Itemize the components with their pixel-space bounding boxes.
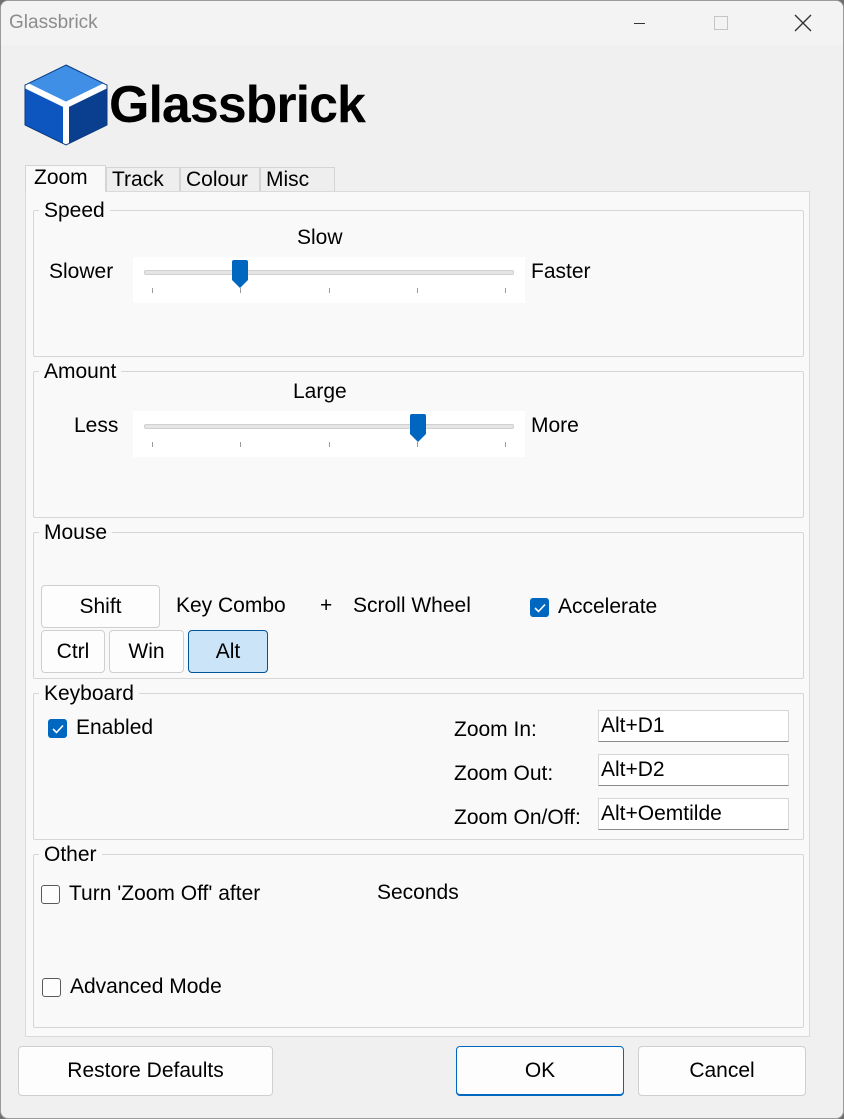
turn-zoom-off-label: Turn 'Zoom Off' after	[69, 882, 261, 905]
settings-window: Glassbrick Glassbrick Zoom Track Colour …	[0, 0, 844, 1119]
tab-track[interactable]: Track	[106, 167, 180, 191]
zoom-toggle-field[interactable]	[598, 798, 789, 830]
amount-value-label: Large	[293, 380, 347, 403]
slider-tick	[417, 442, 418, 447]
shift-button[interactable]: Shift	[41, 585, 160, 628]
window-title: Glassbrick	[9, 12, 98, 33]
checkmark-icon	[534, 603, 546, 613]
slider-tick	[152, 442, 153, 447]
minimize-button[interactable]	[609, 1, 669, 45]
ok-button[interactable]: OK	[456, 1046, 624, 1096]
slider-tick	[417, 288, 418, 293]
slider-tick	[240, 288, 241, 293]
slider-tick	[505, 288, 506, 293]
brand-name: Glassbrick	[109, 76, 366, 134]
amount-min-label: Less	[74, 414, 119, 437]
speed-value-label: Slow	[297, 226, 343, 249]
cancel-button[interactable]: Cancel	[638, 1046, 806, 1096]
win-button[interactable]: Win	[109, 630, 184, 673]
zoom-in-field[interactable]	[598, 710, 789, 742]
other-group-title: Other	[39, 843, 102, 867]
slider-track	[144, 424, 514, 429]
title-bar: Glassbrick	[1, 1, 843, 45]
accelerate-label: Accelerate	[558, 595, 658, 618]
checkmark-icon	[52, 724, 64, 734]
zoom-out-field[interactable]	[598, 754, 789, 786]
speed-max-label: Faster	[531, 260, 591, 283]
key-combo-label: Key Combo	[176, 594, 286, 617]
keyboard-group-title: Keyboard	[39, 682, 139, 706]
slider-tick	[505, 442, 506, 447]
alt-button[interactable]: Alt	[188, 630, 268, 673]
slider-tick	[329, 442, 330, 447]
amount-slider[interactable]	[133, 411, 525, 457]
advanced-mode-checkbox[interactable]	[42, 978, 61, 997]
tab-misc[interactable]: Misc	[260, 167, 335, 191]
maximize-button	[691, 1, 751, 45]
amount-group-title: Amount	[39, 360, 122, 384]
ctrl-button[interactable]: Ctrl	[41, 630, 105, 673]
tab-zoom[interactable]: Zoom	[25, 165, 106, 192]
amount-max-label: More	[531, 414, 579, 437]
slider-tick	[240, 442, 241, 447]
advanced-mode-label: Advanced Mode	[70, 975, 222, 998]
slider-track	[144, 270, 514, 275]
close-button[interactable]	[773, 1, 833, 45]
restore-defaults-button[interactable]: Restore Defaults	[18, 1046, 273, 1096]
seconds-label: Seconds	[377, 881, 459, 904]
slider-tick	[152, 288, 153, 293]
plus-label: +	[320, 594, 333, 617]
keyboard-enabled-label: Enabled	[76, 716, 154, 739]
scroll-wheel-label: Scroll Wheel	[353, 594, 471, 617]
zoom-out-label: Zoom Out:	[454, 762, 554, 785]
zoom-toggle-label: Zoom On/Off:	[454, 806, 581, 829]
turn-zoom-off-checkbox[interactable]	[41, 885, 60, 904]
zoom-in-label: Zoom In:	[454, 718, 537, 741]
tab-colour[interactable]: Colour	[180, 167, 260, 191]
slider-tick	[329, 288, 330, 293]
accelerate-checkbox[interactable]	[530, 598, 549, 617]
speed-group-title: Speed	[39, 199, 110, 223]
close-icon	[794, 14, 812, 32]
speed-slider[interactable]	[133, 257, 525, 303]
speed-min-label: Slower	[49, 260, 114, 283]
mouse-group-title: Mouse	[39, 521, 113, 545]
keyboard-enabled-checkbox[interactable]	[48, 719, 67, 738]
glassbrick-logo-icon	[23, 64, 109, 146]
